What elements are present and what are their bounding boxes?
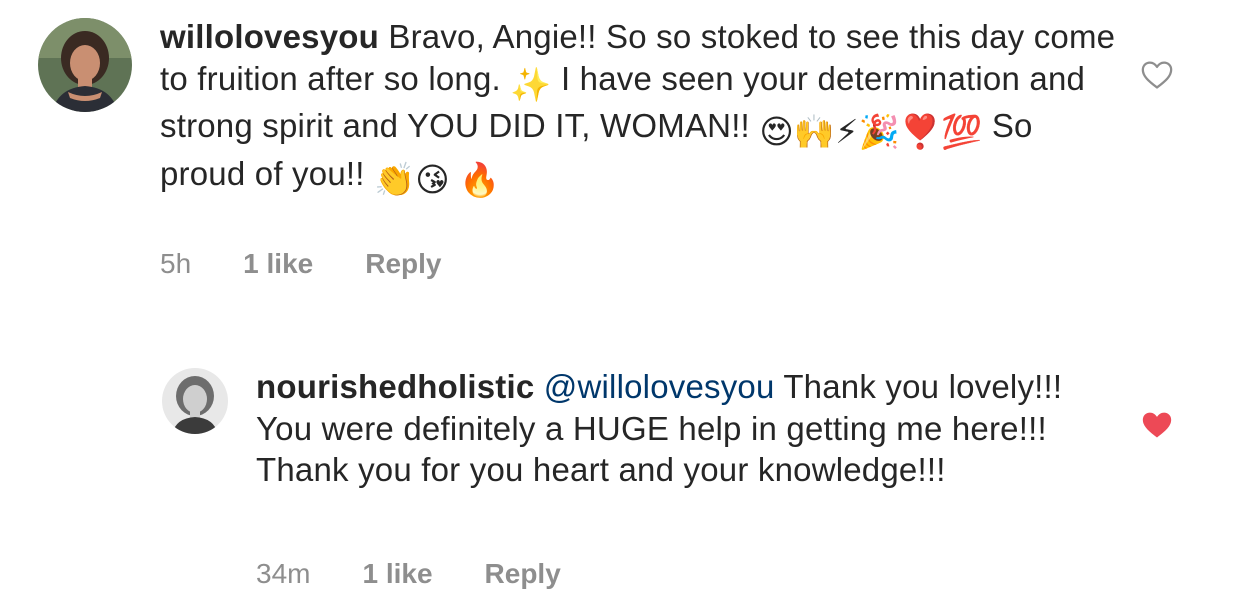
emoji-sequence-1: 😍🙌⚡🎉❣️💯 — [759, 113, 983, 150]
avatar[interactable] — [38, 18, 132, 112]
reply-button[interactable]: Reply — [485, 558, 561, 590]
comment-likes[interactable]: 1 like — [243, 248, 313, 280]
heart-filled-icon[interactable] — [1140, 408, 1174, 440]
comment-text: nourishedholistic @willolovesyou Thank y… — [256, 366, 1086, 491]
fire-emoji: 🔥 — [459, 160, 501, 198]
reply-button[interactable]: Reply — [365, 248, 441, 280]
avatar-photo — [38, 18, 132, 112]
avatar-photo — [162, 368, 228, 434]
avatar[interactable] — [162, 368, 228, 434]
comment-username[interactable]: willolovesyou — [160, 18, 379, 55]
emoji-sequence-2: 👏😘 — [373, 160, 450, 198]
comment-likes[interactable]: 1 like — [362, 558, 432, 590]
mention-link[interactable]: @willolovesyou — [544, 368, 775, 405]
comment-meta: 34m 1 like Reply — [256, 558, 561, 590]
comment-time: 34m — [256, 558, 311, 589]
heart-outline-icon[interactable] — [1140, 58, 1174, 90]
comment-username[interactable]: nourishedholistic — [256, 368, 534, 405]
sparkles-emoji: ✨ — [510, 65, 552, 103]
comment-time: 5h — [160, 248, 192, 279]
comment-text: willolovesyou Bravo, Angie!! So so stoke… — [160, 16, 1120, 200]
comment-meta: 5h 1 like Reply — [160, 248, 441, 280]
